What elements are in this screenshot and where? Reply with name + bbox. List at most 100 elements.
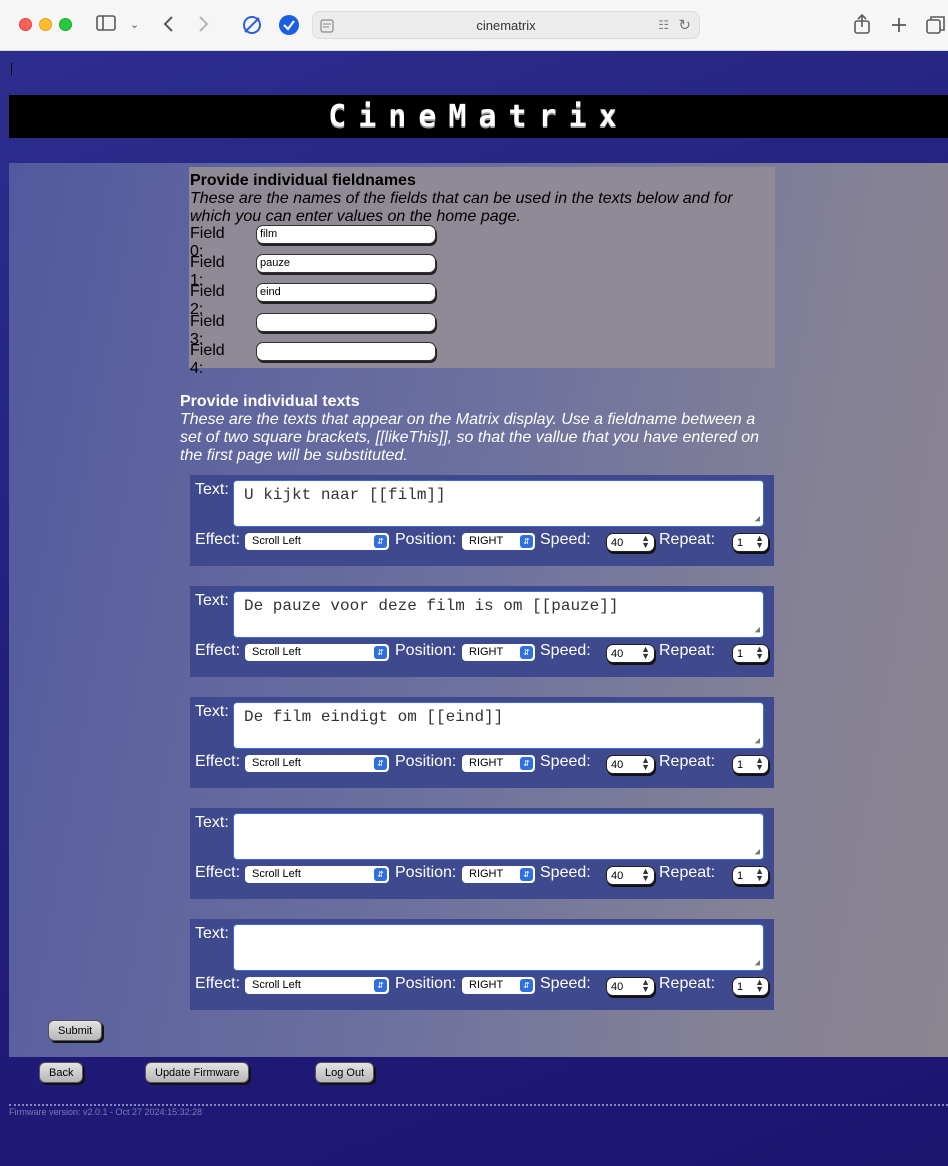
position-0-value: RIGHT — [469, 535, 504, 547]
tabs-overview-icon[interactable] — [926, 15, 946, 35]
text-0-textarea[interactable]: U kijkt naar [[film]] ◢ — [233, 480, 764, 527]
field-1-input[interactable]: pauze — [256, 254, 436, 273]
effect-4-select[interactable]: Scroll Left ⇵ — [245, 977, 389, 994]
texts-description: These are the texts that appear on the M… — [180, 411, 759, 464]
texts-title: Provide individual texts — [180, 393, 360, 410]
repeat-1-input[interactable]: 1 ▲ ▼ — [732, 644, 769, 663]
text-1-textarea[interactable]: De pauze voor deze film is om [[pauze]] ◢ — [233, 591, 764, 638]
speed-2-input[interactable]: 40 ▲ ▼ — [606, 755, 655, 774]
effect-3-value: Scroll Left — [252, 868, 301, 880]
url-text: cinematrix — [476, 18, 536, 33]
speed-label: Speed: — [540, 531, 591, 548]
field-3-input[interactable] — [256, 313, 436, 332]
chevron-left-icon[interactable] — [162, 15, 174, 33]
repeat-label: Repeat: — [659, 864, 716, 881]
effect-2-select[interactable]: Scroll Left ⇵ — [245, 755, 389, 772]
text-label: Text: — [195, 592, 229, 609]
field-4-input[interactable] — [256, 342, 436, 361]
position-0-select[interactable]: RIGHT ⇵ — [462, 533, 535, 550]
position-label: Position: — [395, 642, 457, 659]
chevron-right-icon[interactable] — [198, 15, 210, 33]
banner: CineMatrix — [9, 95, 948, 138]
text-label: Text: — [195, 814, 229, 831]
position-1-select[interactable]: RIGHT ⇵ — [462, 644, 535, 661]
translate-icon[interactable]: ☷ — [658, 18, 669, 32]
text-4-textarea[interactable]: ◢ — [233, 924, 764, 971]
verified-check-icon[interactable] — [278, 14, 300, 36]
speed-1-value: 40 — [611, 648, 624, 660]
position-2-select[interactable]: RIGHT ⇵ — [462, 755, 535, 772]
speed-4-input[interactable]: 40 ▲ ▼ — [606, 977, 655, 996]
speed-1-input[interactable]: 40 ▲ ▼ — [606, 644, 655, 663]
effect-label: Effect: — [195, 753, 241, 770]
reload-icon[interactable]: ↻ — [678, 16, 691, 34]
update-firmware-button[interactable]: Update Firmware — [145, 1062, 250, 1083]
stepper-arrows-icon[interactable]: ▲ ▼ — [755, 867, 764, 883]
field-2-input[interactable]: eind — [256, 283, 436, 302]
text-2-textarea[interactable]: De film eindigt om [[eind]] ◢ — [233, 702, 764, 749]
select-arrows-icon: ⇵ — [520, 646, 533, 659]
stepper-arrows-icon[interactable]: ▲ ▼ — [755, 645, 764, 661]
text-2-value: De film eindigt om [[eind]] — [244, 708, 504, 726]
field-0-input[interactable]: film — [256, 225, 436, 244]
chevron-down-icon[interactable]: ⌄ — [130, 15, 139, 35]
text-cursor — [11, 63, 12, 75]
speed-4-value: 40 — [611, 981, 624, 993]
minimize-window-button[interactable] — [39, 18, 52, 31]
extension-icon[interactable] — [241, 14, 263, 36]
repeat-2-input[interactable]: 1 ▲ ▼ — [732, 755, 769, 774]
repeat-label: Repeat: — [659, 753, 716, 770]
effect-1-select[interactable]: Scroll Left ⇵ — [245, 644, 389, 661]
stepper-arrows-icon[interactable]: ▲ ▼ — [755, 756, 764, 772]
speed-0-input[interactable]: 40 ▲ ▼ — [606, 533, 655, 552]
log-out-button[interactable]: Log Out — [315, 1062, 375, 1083]
speed-3-input[interactable]: 40 ▲ ▼ — [606, 866, 655, 885]
select-arrows-icon: ⇵ — [374, 535, 387, 548]
field-label: Field 4: — [190, 342, 225, 377]
effect-label: Effect: — [195, 642, 241, 659]
stepper-arrows-icon[interactable]: ▲ ▼ — [641, 534, 650, 550]
stepper-arrows-icon[interactable]: ▲ ▼ — [641, 645, 650, 661]
select-arrows-icon: ⇵ — [374, 646, 387, 659]
address-bar[interactable]: cinematrix ☷ ↻ — [312, 11, 700, 39]
text-3-textarea[interactable]: ◢ — [233, 813, 764, 860]
repeat-4-value: 1 — [737, 981, 744, 993]
resize-grip-icon[interactable]: ◢ — [755, 847, 760, 857]
repeat-3-input[interactable]: 1 ▲ ▼ — [732, 866, 769, 885]
speed-label: Speed: — [540, 864, 591, 881]
repeat-3-value: 1 — [737, 870, 744, 882]
resize-grip-icon[interactable]: ◢ — [755, 958, 760, 968]
position-4-select[interactable]: RIGHT ⇵ — [462, 977, 535, 994]
submit-button[interactable]: Submit — [48, 1020, 103, 1041]
stepper-arrows-icon[interactable]: ▲ ▼ — [641, 867, 650, 883]
repeat-0-value: 1 — [737, 537, 744, 549]
resize-grip-icon[interactable]: ◢ — [755, 625, 760, 635]
fieldnames-title: Provide individual fieldnames — [190, 172, 416, 189]
stepper-arrows-icon[interactable]: ▲ ▼ — [755, 534, 764, 550]
resize-grip-icon[interactable]: ◢ — [755, 736, 760, 746]
resize-grip-icon[interactable]: ◢ — [755, 514, 760, 524]
speed-0-value: 40 — [611, 537, 624, 549]
repeat-0-input[interactable]: 1 ▲ ▼ — [732, 533, 769, 552]
close-window-button[interactable] — [19, 18, 32, 31]
share-icon[interactable] — [853, 13, 871, 35]
select-arrows-icon: ⇵ — [374, 868, 387, 881]
speed-2-value: 40 — [611, 759, 624, 771]
sidebar-icon[interactable] — [96, 15, 116, 31]
repeat-4-input[interactable]: 1 ▲ ▼ — [732, 977, 769, 996]
effect-3-select[interactable]: Scroll Left ⇵ — [245, 866, 389, 883]
repeat-label: Repeat: — [659, 642, 716, 659]
repeat-label: Repeat: — [659, 975, 716, 992]
repeat-1-value: 1 — [737, 648, 744, 660]
speed-label: Speed: — [540, 975, 591, 992]
zoom-window-button[interactable] — [59, 18, 72, 31]
stepper-arrows-icon[interactable]: ▲ ▼ — [755, 978, 764, 994]
effect-2-value: Scroll Left — [252, 757, 301, 769]
stepper-arrows-icon[interactable]: ▲ ▼ — [641, 978, 650, 994]
position-3-select[interactable]: RIGHT ⇵ — [462, 866, 535, 883]
plus-icon[interactable] — [890, 16, 908, 34]
effect-label: Effect: — [195, 975, 241, 992]
effect-0-select[interactable]: Scroll Left ⇵ — [245, 533, 389, 550]
back-button[interactable]: Back — [39, 1062, 84, 1083]
stepper-arrows-icon[interactable]: ▲ ▼ — [641, 756, 650, 772]
